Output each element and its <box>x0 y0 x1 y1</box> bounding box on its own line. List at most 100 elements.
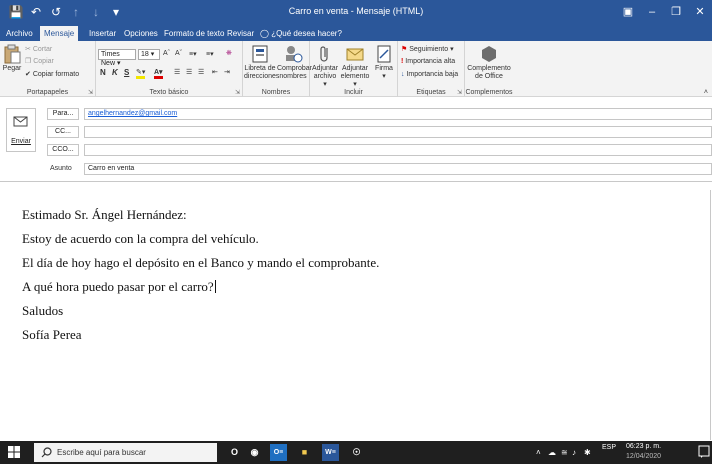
tab-insertar[interactable]: Insertar <box>85 26 120 41</box>
flag-icon: ⚑ <box>401 46 408 53</box>
underline-button[interactable]: S <box>124 68 129 77</box>
address-book-button[interactable]: Libreta de direcciones <box>244 44 279 81</box>
bold-button[interactable]: N <box>100 68 106 77</box>
window-controls: ▣ – ❐ ✕ <box>616 0 712 24</box>
tab-archivo[interactable]: Archivo <box>2 26 37 41</box>
show-hidden-icons[interactable]: ˄ <box>536 448 541 457</box>
numbering-icon[interactable]: ≡▾ <box>206 50 214 58</box>
subject-field[interactable]: Carro en venta <box>84 163 712 175</box>
clock-time[interactable]: 06:23 p. m. <box>626 443 661 450</box>
send-button[interactable]: Enviar <box>6 108 36 152</box>
body-line: Sofía Perea <box>22 327 82 342</box>
search-icon <box>41 447 52 458</box>
italic-button[interactable]: K <box>112 68 118 77</box>
basic-text-group-label: Texto básico <box>149 89 189 96</box>
follow-up-button[interactable]: ⚑ Seguimiento ▾ <box>401 45 454 53</box>
font-size-select[interactable]: 18 ▾ <box>138 49 160 60</box>
align-center-icon[interactable]: ☰ <box>186 68 192 76</box>
search-placeholder: Escribe aquí para buscar <box>57 448 146 457</box>
address-book-icon <box>252 45 268 63</box>
low-importance-button[interactable]: ↓ Importancia baja <box>401 71 458 78</box>
check-names-button[interactable]: Comprobar nombres <box>277 44 312 81</box>
clear-formatting-icon[interactable]: ❋ <box>226 49 232 57</box>
tab-mensaje[interactable]: Mensaje <box>40 26 79 41</box>
cc-field[interactable] <box>84 126 712 138</box>
app-icon[interactable]: ☉ <box>348 444 365 461</box>
group-names: Libreta de direcciones Comprobar nombres N… <box>243 41 312 97</box>
font-color-icon[interactable]: A▾ <box>154 68 163 79</box>
maximize-button[interactable]: ❐ <box>664 0 688 24</box>
format-painter-button[interactable]: ✔ Copiar formato <box>25 70 79 78</box>
clipboard-icon <box>4 44 21 64</box>
align-right-icon[interactable]: ☰ <box>198 68 204 76</box>
tags-launcher-icon[interactable]: ⇲ <box>457 89 462 96</box>
high-importance-button[interactable]: ! Importancia alta <box>401 58 455 65</box>
collapse-ribbon-icon[interactable]: ˄ <box>704 89 708 96</box>
basic-text-launcher-icon[interactable]: ⇲ <box>235 89 240 96</box>
group-clipboard: Pegar ✂ Cortar ❐ Copiar ✔ Copiar formato… <box>0 41 96 97</box>
outlook-icon[interactable]: O≡ <box>270 444 287 461</box>
tab-revisar[interactable]: Revisar <box>223 26 258 41</box>
minimize-button[interactable]: – <box>640 0 664 24</box>
cortana-icon[interactable]: O <box>226 444 243 461</box>
ribbon-display-options-icon[interactable]: ▣ <box>616 0 640 24</box>
body-line: Saludos <box>22 303 64 318</box>
names-group-label: Nombres <box>261 89 291 96</box>
message-header: Enviar Para... angelhernandez@gmail.com … <box>0 98 712 182</box>
down-arrow-icon: ↓ <box>401 71 405 78</box>
bullets-icon[interactable]: ≡▾ <box>189 50 197 58</box>
signature-button[interactable]: Firma ▾ <box>371 44 397 81</box>
text-caret <box>214 280 216 293</box>
windows-start-icon[interactable] <box>8 446 20 458</box>
language-indicator[interactable]: ESP <box>602 444 616 451</box>
network-icon[interactable]: ✱ <box>584 448 591 457</box>
shrink-font-icon[interactable]: Aˇ <box>175 50 182 57</box>
body-line-text: A qué hora puedo pasar por el carro? <box>22 279 214 294</box>
include-group-label: Incluir <box>344 89 363 96</box>
align-left-icon[interactable]: ☰ <box>174 68 180 76</box>
decrease-indent-icon[interactable]: ⇤ <box>212 68 218 76</box>
system-tray: ˄ ☁ ≊ ♪ ✱ ESP 06:23 p. m. 12/04/2020 <box>536 441 696 464</box>
envelope-icon <box>346 48 364 61</box>
body-line: Estoy de acuerdo con la compra del vehíc… <box>22 231 259 246</box>
taskbar: Escribe aquí para buscar O ◉ O≡ ■ W≡ ☉ ˄… <box>0 441 712 464</box>
grow-font-icon[interactable]: Aˆ <box>163 50 170 57</box>
paste-button[interactable]: Pegar <box>2 44 22 73</box>
message-body[interactable]: Estimado Sr. Ángel Hernández: Estoy de a… <box>0 183 712 441</box>
volume-icon[interactable]: ♪ <box>572 448 576 457</box>
chrome-icon[interactable]: ◉ <box>246 444 263 461</box>
bcc-field[interactable] <box>84 144 712 156</box>
paperclip-icon <box>320 46 328 62</box>
highlight-icon[interactable]: ✎▾ <box>136 68 146 79</box>
clipboard-launcher-icon[interactable]: ⇲ <box>88 89 93 96</box>
tab-formato-texto[interactable]: Formato de texto <box>160 26 228 41</box>
window-title: Carro en venta - Mensaje (HTML) <box>288 6 424 16</box>
cc-button[interactable]: CC... <box>47 126 79 138</box>
close-button[interactable]: ✕ <box>688 0 712 24</box>
copy-button[interactable]: ❐ Copiar <box>25 57 54 65</box>
attach-item-button[interactable]: Adjuntar elemento ▾ <box>340 44 370 89</box>
onedrive-icon[interactable]: ☁ <box>548 448 556 457</box>
taskbar-search[interactable]: Escribe aquí para buscar <box>34 443 217 462</box>
to-field[interactable]: angelhernandez@gmail.com <box>84 108 712 120</box>
group-include: Adjuntar archivo ▾ Adjuntar elemento ▾ Fir… <box>310 41 398 97</box>
group-tags: ⚑ Seguimiento ▾ ! Importancia alta ↓ Imp… <box>398 41 465 97</box>
tell-me-box[interactable]: ◯ ¿Qué desea hacer? <box>256 26 346 41</box>
addins-group-label: Complementos <box>465 89 513 96</box>
font-select[interactable]: Times New ▾ <box>98 49 136 67</box>
group-addins: Complemento de Office Complementos <box>465 41 513 97</box>
to-button[interactable]: Para... <box>47 108 79 120</box>
tab-opciones[interactable]: Opciones <box>120 26 162 41</box>
bcc-button[interactable]: CCO... <box>47 144 79 156</box>
attach-file-button[interactable]: Adjuntar archivo ▾ <box>311 44 339 89</box>
increase-indent-icon[interactable]: ⇥ <box>224 68 230 76</box>
paste-label: Pegar <box>2 65 22 72</box>
file-explorer-icon[interactable]: ■ <box>296 444 313 461</box>
word-icon[interactable]: W≡ <box>322 444 339 461</box>
wifi-icon[interactable]: ≊ <box>561 448 568 457</box>
clipboard-group-label: Portapapeles <box>26 89 69 96</box>
office-addins-button[interactable]: Complemento de Office <box>465 44 513 81</box>
notifications-icon[interactable] <box>698 445 710 459</box>
cut-button[interactable]: ✂ Cortar <box>25 45 52 53</box>
clock-date[interactable]: 12/04/2020 <box>626 453 661 460</box>
